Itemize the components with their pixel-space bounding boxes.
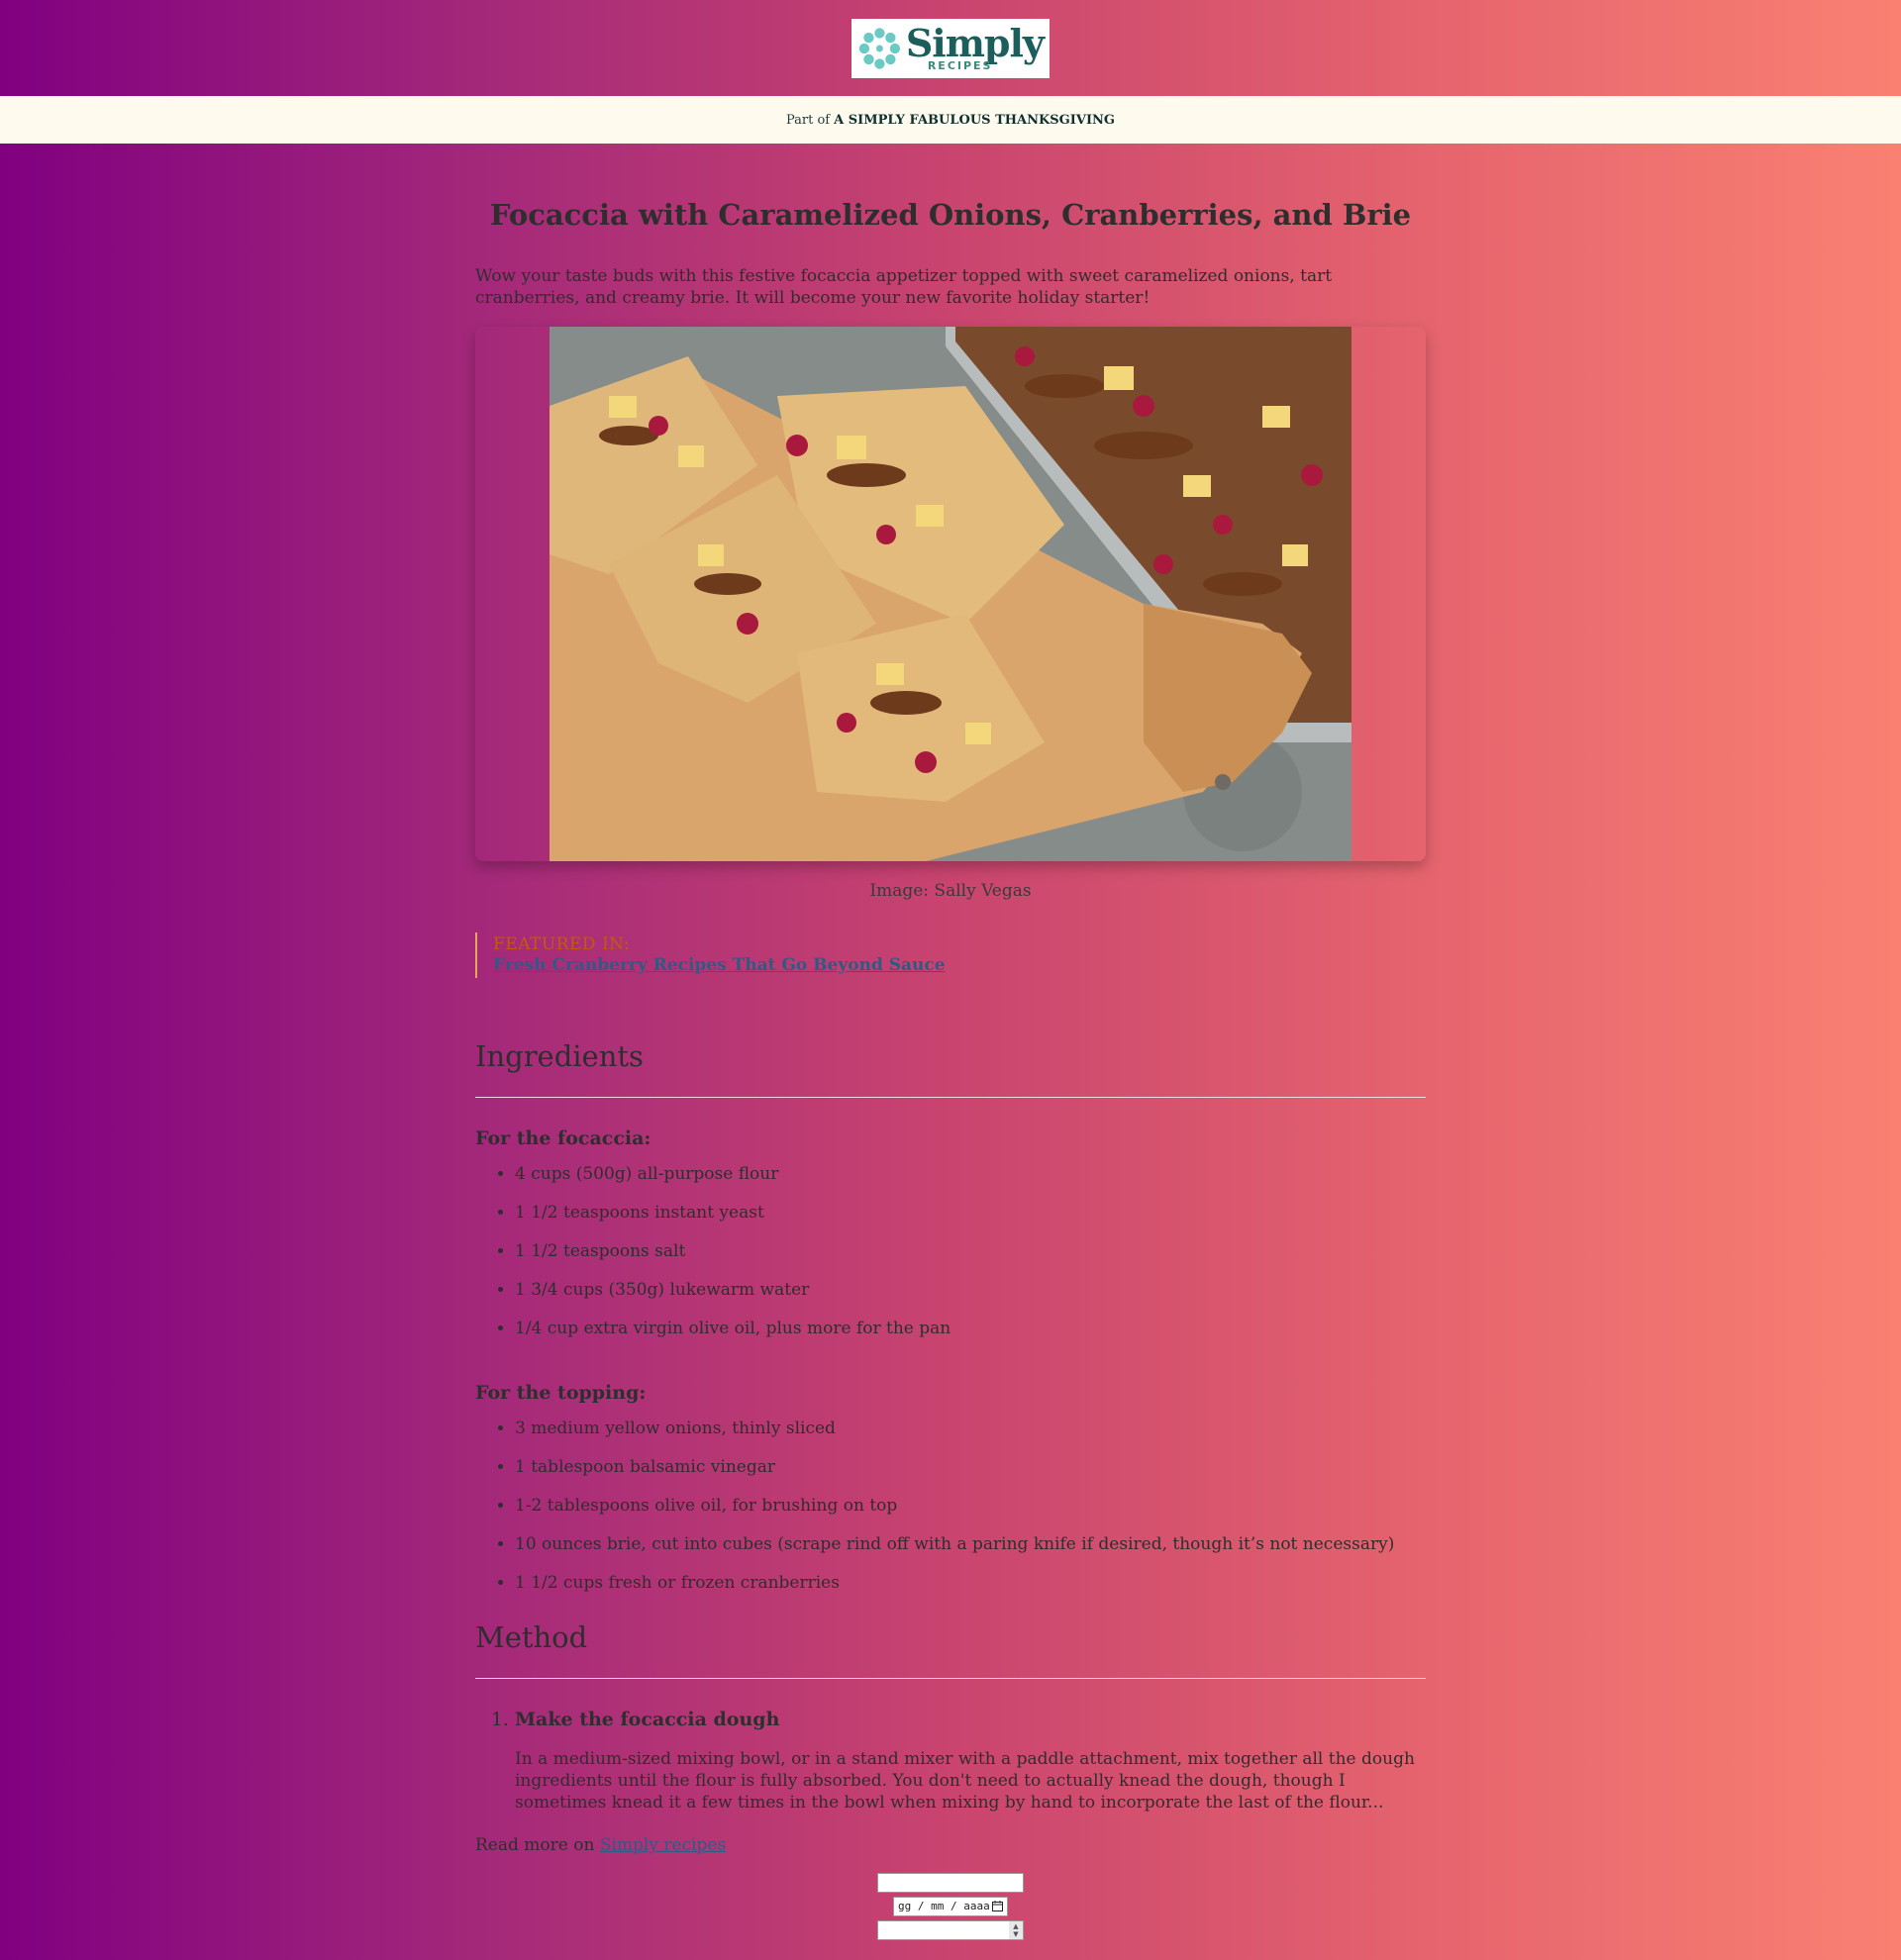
recipe-title: Focaccia with Caramelized Onions, Cranbe… [489, 198, 1412, 232]
focaccia-photo-graphic [550, 326, 1351, 861]
featured-link[interactable]: Fresh Cranberry Recipes That Go Beyond S… [493, 955, 946, 975]
focaccia-photo [550, 326, 1351, 861]
calendar-icon[interactable] [992, 1901, 1003, 1912]
flower-logo-icon [858, 27, 901, 69]
ingredient-item: 1/4 cup extra virgin olive oil, plus mor… [515, 1318, 1426, 1356]
featured-label: FEATURED IN: [493, 933, 631, 954]
divider [475, 1677, 1426, 1679]
ingredient-item: 1 1/2 teaspoons instant yeast [515, 1202, 1426, 1240]
ingredient-item: 1 1/2 teaspoons salt [515, 1240, 1426, 1279]
spinner-icon[interactable]: ▲ ▼ [1009, 1920, 1023, 1939]
method-step: Make the focaccia dough In a medium-size… [515, 1709, 1426, 1813]
ingredient-item: 1 3/4 cups (350g) lukewarm water [515, 1279, 1426, 1318]
date-placeholder: gg / mm / aaaa [898, 1900, 990, 1913]
logo-wordmark: Simply [905, 21, 1045, 65]
divider [475, 1096, 1426, 1098]
form-area: gg / mm / aaaa ▲ ▼ [475, 1872, 1426, 1940]
ingredient-item: 10 ounces brie, cut into cubes (scrape r… [515, 1533, 1426, 1572]
method-heading: Method [475, 1619, 588, 1654]
step-body: In a medium-sized mixing bowl, or in a s… [515, 1748, 1415, 1813]
ingredient-list: 3 medium yellow onions, thinly sliced 1 … [475, 1418, 1426, 1611]
top-header: Simply RECIPES [0, 0, 1901, 96]
read-more-prefix: Read more on [475, 1834, 595, 1855]
featured-in-box: FEATURED IN: Fresh Cranberry Recipes Tha… [475, 931, 1426, 978]
recipe-intro: Wow your taste buds with this festive fo… [475, 265, 1333, 308]
number-input[interactable]: ▲ ▼ [877, 1919, 1024, 1940]
step-title: Make the focaccia dough [515, 1708, 780, 1730]
method-steps: Make the focaccia dough In a medium-size… [475, 1709, 1426, 1813]
ingredient-item: 1 tablespoon balsamic vinegar [515, 1456, 1426, 1495]
hero-image-frame [475, 326, 1426, 861]
simply-recipes-logo[interactable]: Simply RECIPES [851, 18, 1050, 78]
read-more-link[interactable]: Simply recipes [600, 1835, 726, 1855]
ingredient-item: 1-2 tablespoons olive oil, for brushing … [515, 1495, 1426, 1533]
date-input[interactable]: gg / mm / aaaa [893, 1896, 1008, 1916]
series-banner: Part of A SIMPLY FABULOUS THANKSGIVING [0, 96, 1901, 144]
article-content: Focaccia with Caramelized Onions, Cranbe… [475, 144, 1426, 1940]
read-more: Read more on Simply recipes [475, 1835, 1426, 1855]
image-caption: Image: Sally Vegas [869, 880, 1032, 901]
series-link[interactable]: A SIMPLY FABULOUS THANKSGIVING [834, 113, 1115, 128]
text-input[interactable] [877, 1872, 1024, 1893]
ingredient-item: 1 1/2 cups fresh or frozen cranberries [515, 1572, 1426, 1611]
series-prefix: Part of [785, 112, 831, 128]
ingredient-group-title: For the topping: [475, 1381, 647, 1404]
logo-subtitle: RECIPES [927, 59, 993, 72]
ingredient-item: 4 cups (500g) all-purpose flour [515, 1163, 1426, 1202]
ingredient-group-title: For the focaccia: [475, 1127, 651, 1149]
ingredients-heading: Ingredients [475, 1038, 644, 1073]
ingredient-list: 4 cups (500g) all-purpose flour 1 1/2 te… [475, 1163, 1426, 1356]
ingredient-item: 3 medium yellow onions, thinly sliced [515, 1418, 1426, 1456]
